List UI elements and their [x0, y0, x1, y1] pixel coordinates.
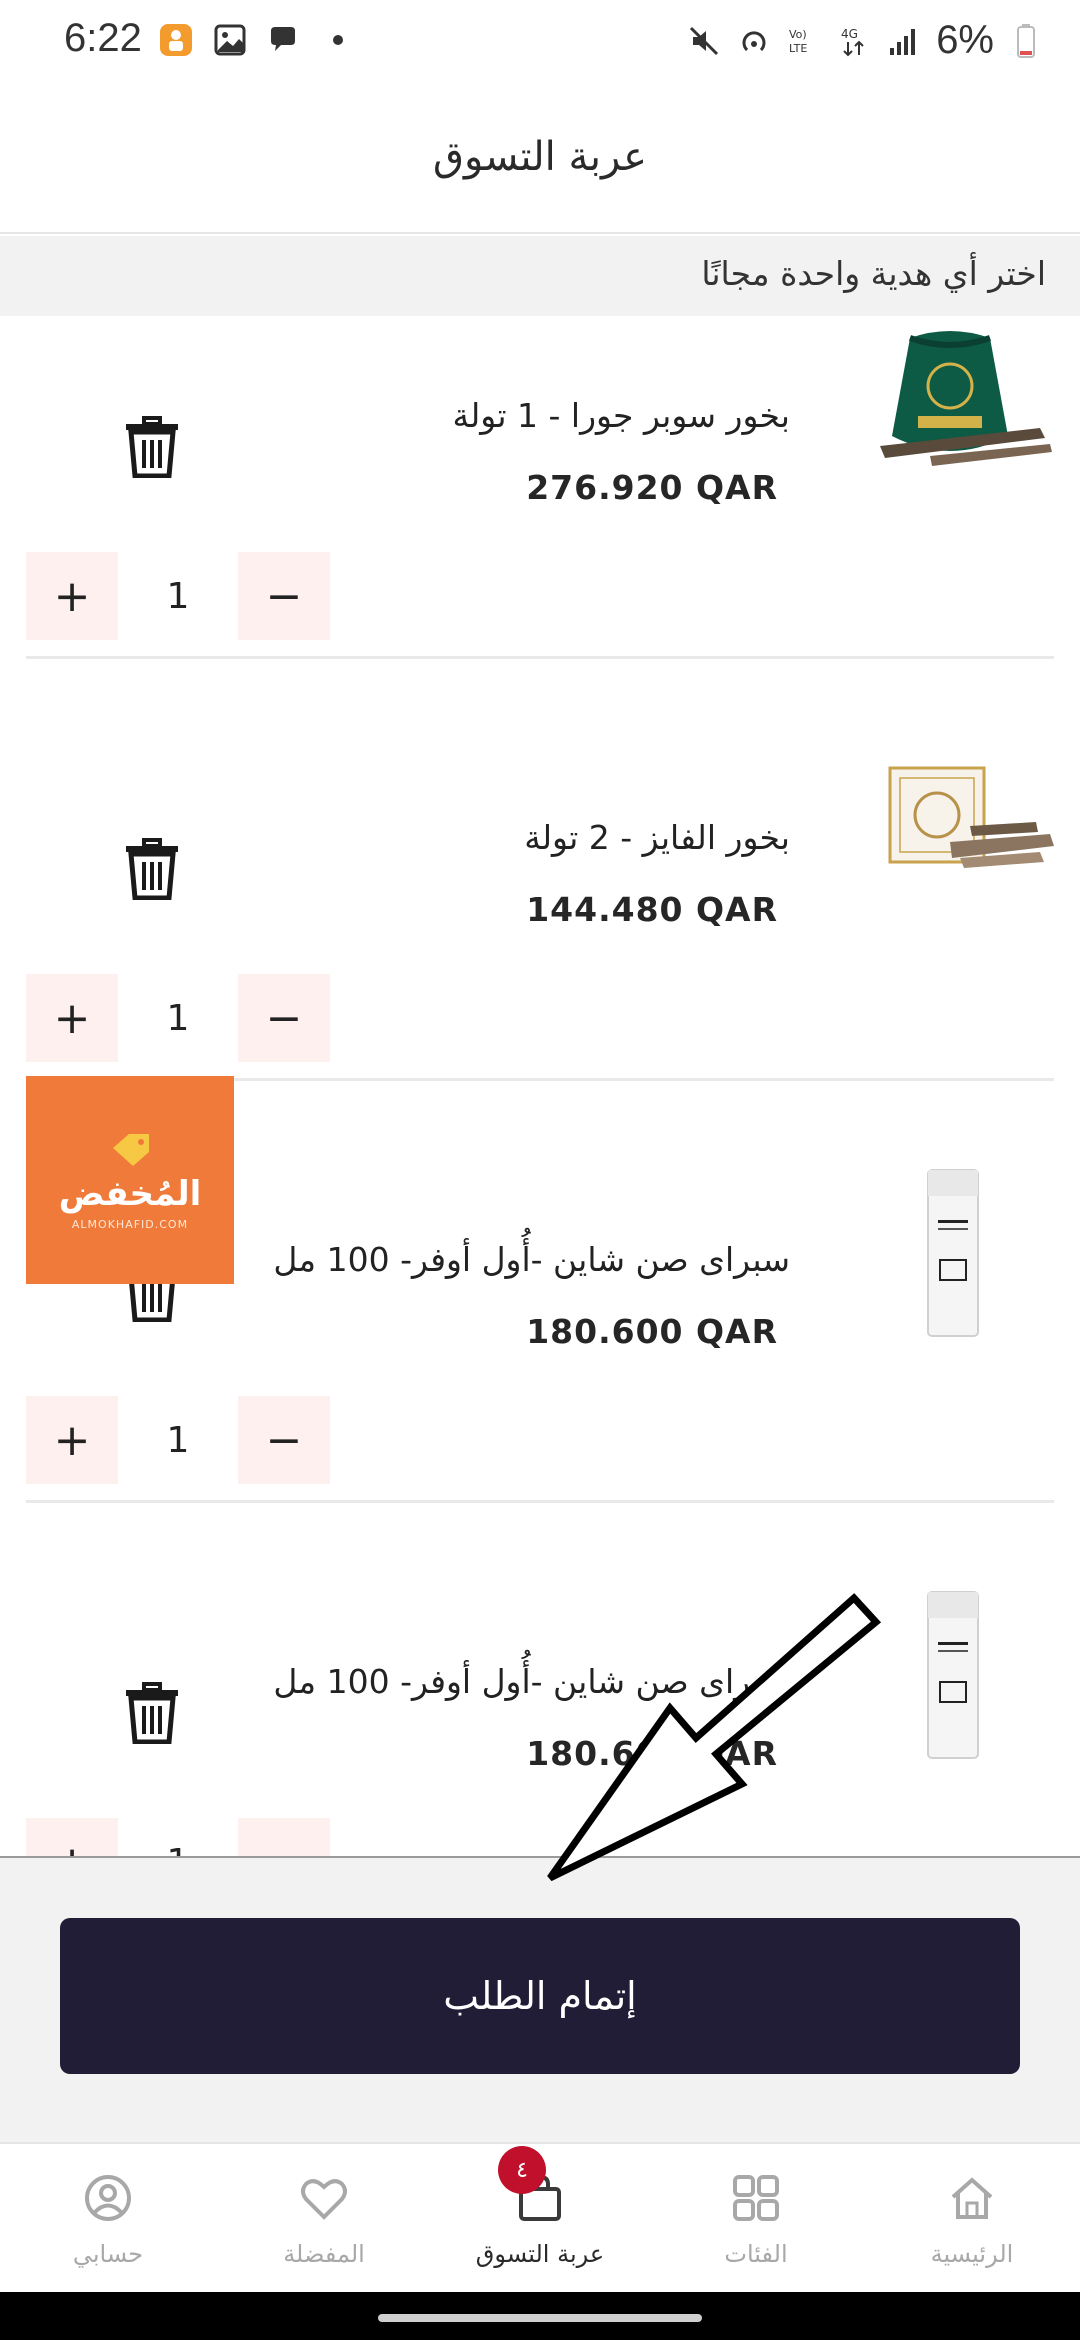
decrease-quantity-button[interactable]: − — [238, 1396, 330, 1484]
quantity-stepper: + 1 − — [26, 552, 330, 640]
checkout-button[interactable]: إتمام الطلب — [60, 1918, 1020, 2074]
increase-quantity-button[interactable]: + — [26, 974, 118, 1062]
nav-label: الرئيسية — [930, 2240, 1014, 2268]
nav-label: عربة التسوق — [475, 2240, 605, 2268]
home-icon — [942, 2168, 1002, 2228]
dot-icon — [320, 22, 356, 58]
quantity-stepper: + 1 − — [26, 974, 330, 1062]
decrease-quantity-button[interactable]: − — [238, 552, 330, 640]
heart-icon — [294, 2168, 354, 2228]
product-image[interactable] — [840, 738, 1060, 918]
chat-bubble-icon — [266, 22, 302, 58]
product-image[interactable] — [840, 1160, 1060, 1340]
delete-item-button[interactable] — [122, 414, 182, 480]
product-price: 276.920 QAR — [526, 468, 778, 507]
volte-icon: Vo) LTE — [786, 23, 822, 59]
watermark-subtext: ALMOKHAFID.COM — [71, 1217, 189, 1231]
nav-item-home[interactable]: الرئيسية — [864, 2144, 1080, 2294]
product-name[interactable]: بخور الفايز - 2 تولة — [524, 818, 790, 857]
battery-icon — [1008, 23, 1044, 59]
gallery-icon — [212, 22, 248, 58]
watermark-text: المُخفض — [58, 1173, 202, 1214]
checkout-panel: إتمام الطلب — [0, 1856, 1080, 2142]
nav-label: حسابي — [72, 2240, 144, 2268]
trash-icon — [126, 838, 178, 900]
delete-item-button[interactable] — [122, 836, 182, 902]
system-navigation-area — [0, 2292, 1080, 2340]
decrease-quantity-button[interactable]: − — [238, 1818, 330, 1856]
network-4g-icon: 4G — [836, 23, 872, 59]
item-divider — [26, 1500, 1054, 1503]
increase-quantity-button[interactable]: + — [26, 1818, 118, 1856]
product-image[interactable] — [840, 316, 1060, 496]
battery-percent: 6% — [936, 18, 994, 62]
signal-icon — [886, 23, 922, 59]
status-time: 6:22 — [64, 16, 142, 60]
product-name[interactable]: بخور سوبر جورا - 1 تولة — [453, 396, 790, 435]
free-gift-banner[interactable]: اختر أي هدية واحدة مجانًا — [0, 236, 1080, 316]
svg-text:Vo): Vo) — [789, 28, 807, 41]
item-divider — [26, 656, 1054, 659]
svg-text:LTE: LTE — [789, 42, 807, 55]
hotspot-icon — [736, 23, 772, 59]
cart-count-badge: ٤ — [498, 2146, 546, 2194]
nav-item-categories[interactable]: الفئات — [648, 2144, 864, 2294]
app-notification-icon — [158, 22, 194, 58]
product-price: 180.600 QAR — [526, 1312, 778, 1351]
grid-icon — [726, 2168, 786, 2228]
quantity-value: 1 — [118, 1818, 238, 1857]
mute-icon — [686, 23, 722, 59]
quantity-value: 1 — [166, 575, 190, 617]
bottom-navigation: الرئيسية الفئات ٤ عربة التسوق المفضلة حس… — [0, 2142, 1080, 2292]
svg-text:4G: 4G — [841, 27, 858, 41]
home-gesture-bar[interactable] — [378, 2314, 702, 2322]
watermark-logo: المُخفض ALMOKHAFID.COM — [26, 1076, 234, 1284]
nav-item-cart[interactable]: ٤ عربة التسوق — [432, 2144, 648, 2294]
increase-quantity-button[interactable]: + — [26, 1396, 118, 1484]
quantity-value: 1 — [166, 997, 190, 1039]
quantity-stepper: + 1 − — [26, 1396, 330, 1484]
price-tag-icon — [113, 1133, 149, 1166]
product-name[interactable]: سبراى صن شاين -أُول أوفر- 100 مل — [273, 1240, 790, 1279]
delete-item-button[interactable] — [122, 1680, 182, 1746]
status-notification-icons — [158, 22, 356, 58]
nav-label: الفئات — [724, 2240, 788, 2268]
quantity-stepper: + 1 − — [26, 1818, 330, 1856]
nav-item-account[interactable]: حسابي — [0, 2144, 216, 2294]
app-header: عربة التسوق — [0, 84, 1080, 234]
cart-item: بخور سوبر جورا - 1 تولة 276.920 QAR + 1 … — [0, 316, 1080, 738]
status-system-icons: Vo) LTE 4G 6% — [686, 18, 1044, 63]
user-circle-icon — [78, 2168, 138, 2228]
product-price: 144.480 QAR — [526, 890, 778, 929]
free-gift-text: اختر أي هدية واحدة مجانًا — [701, 254, 1046, 293]
nav-label: المفضلة — [283, 2240, 365, 2268]
trash-icon — [126, 416, 178, 478]
increase-quantity-button[interactable]: + — [26, 552, 118, 640]
status-bar: 6:22 Vo) LTE 4G 6% — [0, 0, 1080, 84]
page-title: عربة التسوق — [433, 134, 647, 180]
decrease-quantity-button[interactable]: − — [238, 974, 330, 1062]
trash-icon — [126, 1682, 178, 1744]
nav-item-favorites[interactable]: المفضلة — [216, 2144, 432, 2294]
pointer-arrow-icon — [520, 1590, 900, 1890]
quantity-value: 1 — [166, 1419, 190, 1461]
